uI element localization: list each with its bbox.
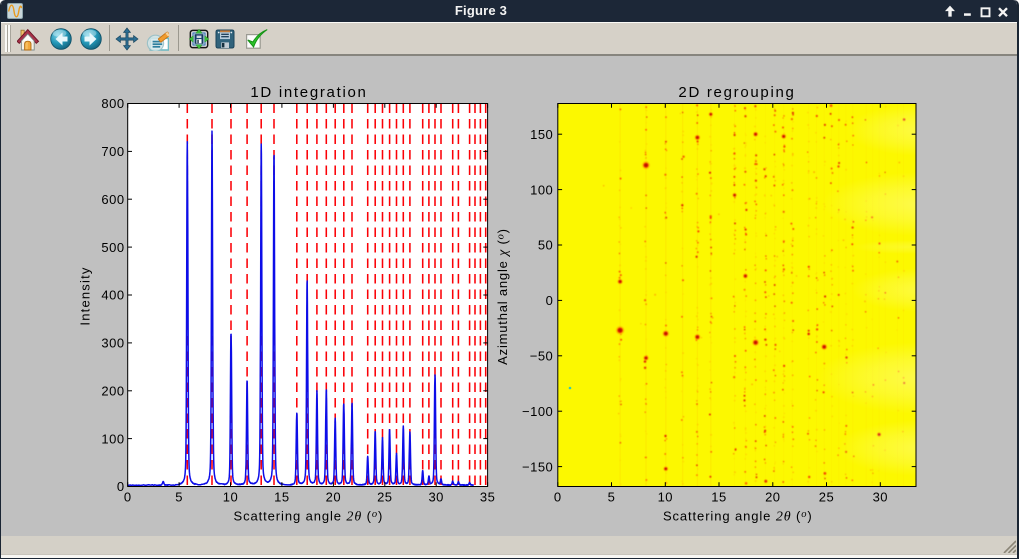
svg-text:10: 10 [658,490,673,505]
svg-text:20: 20 [765,490,780,505]
svg-text:5: 5 [608,490,616,505]
svg-text:15: 15 [711,490,726,505]
svg-text:0: 0 [117,479,125,494]
svg-text:100: 100 [530,182,553,197]
svg-text:0: 0 [124,490,132,505]
svg-text:15: 15 [274,490,289,505]
svg-text:−50: −50 [530,349,554,364]
svg-text:0: 0 [546,293,554,308]
svg-text:Azimuthal angle χ (o): Azimuthal angle χ (o) [495,228,511,365]
svg-text:20: 20 [326,490,341,505]
svg-text:800: 800 [101,96,124,111]
svg-text:−150: −150 [522,459,553,474]
svg-text:400: 400 [101,288,124,303]
svg-text:0: 0 [554,490,562,505]
svg-text:Intensity: Intensity [78,266,93,325]
svg-text:25: 25 [819,490,834,505]
svg-text:25: 25 [377,490,392,505]
svg-text:150: 150 [530,127,553,142]
svg-text:30: 30 [428,490,443,505]
svg-text:200: 200 [101,383,124,398]
svg-text:2D regrouping: 2D regrouping [678,84,795,101]
svg-text:1D integration: 1D integration [250,84,367,101]
svg-text:Scattering angle 2θ (o): Scattering angle 2θ (o) [663,508,813,524]
svg-text:100: 100 [101,431,124,446]
svg-text:Scattering angle 2θ (o): Scattering angle 2θ (o) [234,508,384,524]
svg-text:50: 50 [538,238,553,253]
svg-text:600: 600 [101,192,124,207]
svg-text:300: 300 [101,336,124,351]
svg-text:5: 5 [175,490,183,505]
svg-text:30: 30 [873,490,888,505]
svg-text:500: 500 [101,240,124,255]
svg-text:35: 35 [480,490,495,505]
svg-text:10: 10 [223,490,238,505]
svg-text:−100: −100 [522,404,553,419]
svg-text:700: 700 [101,144,124,159]
